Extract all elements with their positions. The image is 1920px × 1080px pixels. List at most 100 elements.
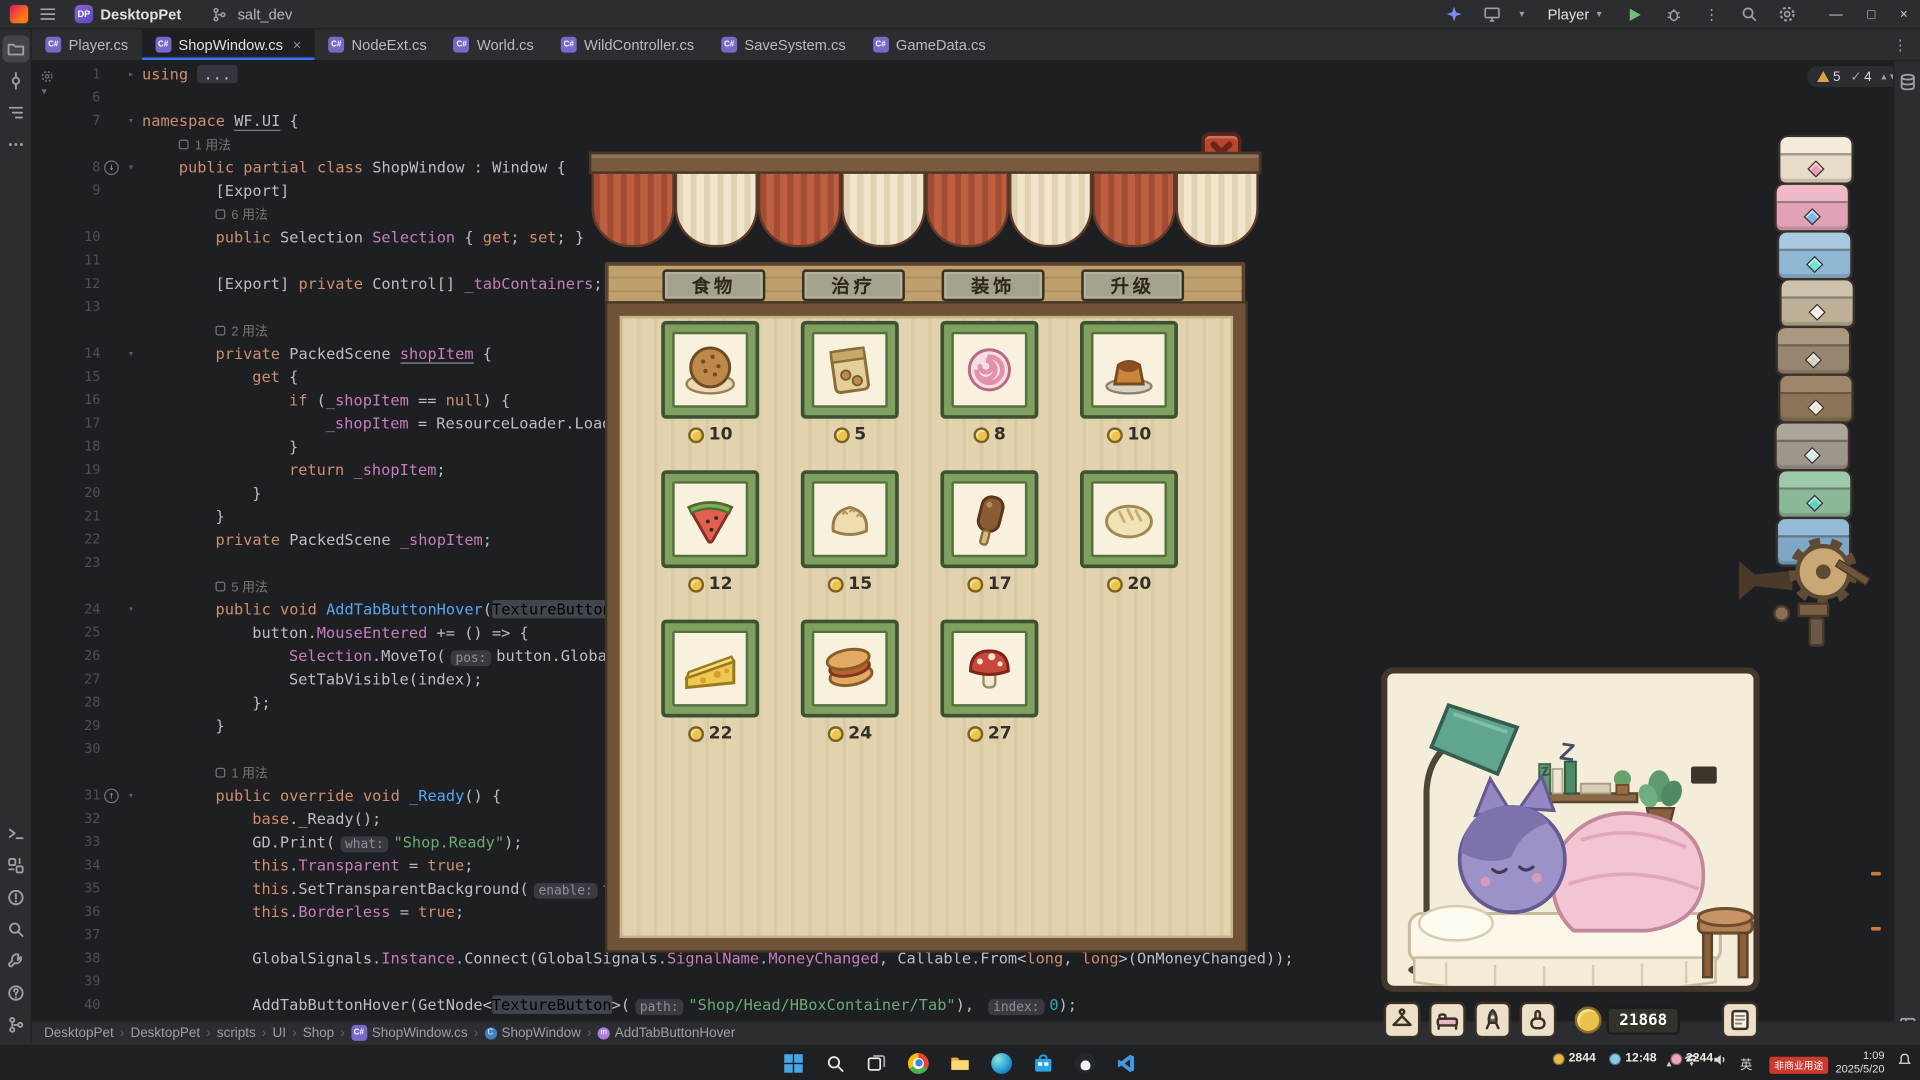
fold-marker-icon[interactable]: ▸: [122, 62, 139, 85]
usages-annotation[interactable]: 2 用法: [216, 321, 268, 344]
file-tab-wildcontroller-cs[interactable]: C#WildController.cs: [547, 29, 707, 60]
taskbar-app-task-view[interactable]: [861, 1048, 892, 1079]
fold-marker-icon[interactable]: ▾: [122, 598, 139, 621]
shop-item-candy-swirl[interactable]: [940, 321, 1038, 419]
tool-rail-icon-database[interactable]: [1894, 69, 1920, 96]
taskbar-clock[interactable]: 1:09 2025/5/20: [1835, 1049, 1884, 1077]
breadcrumb-item[interactable]: Shop: [303, 1026, 334, 1041]
usages-annotation[interactable]: 1 用法: [216, 763, 268, 786]
taskbar-app-code[interactable]: [1111, 1048, 1142, 1079]
screen-share-icon[interactable]: [1481, 3, 1503, 25]
notification-bell-icon[interactable]: [1897, 1052, 1913, 1074]
taskbar-app-start[interactable]: [778, 1048, 809, 1079]
fold-marker-icon[interactable]: ▾: [122, 109, 139, 132]
language-indicator[interactable]: 英: [1740, 1054, 1752, 1072]
tool-rail-icon-build[interactable]: [2, 948, 29, 975]
breadcrumb-item[interactable]: UI: [273, 1026, 286, 1041]
chevron-down-icon[interactable]: ▾: [1519, 9, 1524, 20]
taskbar-app-github[interactable]: [1070, 1048, 1101, 1079]
file-tab-savesystem-cs[interactable]: C#SaveSystem.cs: [708, 29, 859, 60]
cannon-gadget[interactable]: [1736, 529, 1895, 664]
minimize-button[interactable]: —: [1829, 7, 1842, 22]
shop-tab-2[interactable]: 治疗: [802, 269, 905, 301]
file-tab-world-cs[interactable]: C#World.cs: [440, 29, 547, 60]
shop-tab-3[interactable]: 装饰: [942, 269, 1045, 301]
settings-gear-icon[interactable]: [1777, 3, 1799, 25]
breadcrumb-item[interactable]: C#ShopWindow.cs: [351, 1025, 468, 1041]
shop-window[interactable]: 食物治疗装饰升级 10581012151720222427: [589, 132, 1261, 950]
override-marker-icon[interactable]: ↑: [104, 788, 119, 803]
maximize-button[interactable]: □: [1867, 7, 1875, 22]
taskbar-app-chrome[interactable]: [903, 1048, 934, 1079]
file-tab-shopwindow-cs[interactable]: C#ShopWindow.cs×: [142, 29, 315, 60]
shop-tab-4[interactable]: 升级: [1081, 269, 1184, 301]
taskbar-app-store[interactable]: [1028, 1048, 1059, 1079]
pet-room-window[interactable]: z Z: [1381, 667, 1759, 991]
chest-pink[interactable]: [1774, 182, 1850, 232]
shop-item-cheese[interactable]: [661, 620, 759, 718]
pet-tool-wardrobe-button[interactable]: [1384, 1002, 1421, 1039]
usages-annotation[interactable]: 5 用法: [216, 577, 268, 600]
run-button[interactable]: [1625, 3, 1647, 25]
volume-icon[interactable]: [1712, 1052, 1728, 1074]
fold-marker-icon[interactable]: ▾: [122, 156, 139, 179]
debug-button[interactable]: [1663, 3, 1685, 25]
pet-tool-ledger-button[interactable]: [1722, 1002, 1759, 1039]
close-tab-icon[interactable]: ×: [293, 36, 302, 53]
shop-item-dumpling[interactable]: [801, 470, 899, 568]
prev-next-problem-icons[interactable]: ▴▾: [1881, 71, 1893, 82]
chest-cream[interactable]: [1778, 135, 1854, 185]
project-widget[interactable]: DP DesktopPet: [67, 2, 188, 25]
chest-brown[interactable]: [1778, 373, 1854, 423]
tool-rail-icon-terminal[interactable]: [2, 820, 29, 847]
breadcrumb-item[interactable]: mAddTabButtonHover: [598, 1026, 736, 1041]
usages-annotation[interactable]: 1 用法: [179, 135, 231, 158]
chest-tan[interactable]: [1779, 278, 1855, 328]
tool-rail-icon-commit[interactable]: [2, 67, 29, 94]
breadcrumb-item[interactable]: DesktopPet: [130, 1026, 200, 1041]
tool-rail-icon-search[interactable]: [2, 916, 29, 943]
close-button[interactable]: ×: [1900, 7, 1908, 22]
shop-item-bun[interactable]: [661, 321, 759, 419]
tool-rail-icon-more[interactable]: [2, 131, 29, 158]
tool-rail-icon-services[interactable]: [2, 852, 29, 879]
pet-tool-hand-button[interactable]: [1520, 1002, 1557, 1039]
tool-rail-icon-vcs[interactable]: [2, 1011, 29, 1038]
shop-item-bread[interactable]: [1080, 470, 1178, 568]
shop-item-watermelon[interactable]: [661, 470, 759, 568]
tool-rail-icon-help[interactable]: [2, 980, 29, 1007]
shop-item-hotdog[interactable]: [801, 620, 899, 718]
file-tab-player-cs[interactable]: C#Player.cs: [32, 29, 142, 60]
inheritance-marker-icon[interactable]: ↓: [104, 160, 119, 175]
breadcrumb-item[interactable]: DesktopPet: [44, 1026, 114, 1041]
chest-blue[interactable]: [1777, 230, 1853, 280]
main-menu-icon[interactable]: [40, 8, 55, 20]
chest-taupe[interactable]: [1776, 326, 1852, 376]
breadcrumb-item[interactable]: scripts: [217, 1026, 256, 1041]
inspections-widget[interactable]: 5 ✓4 ▴▾: [1807, 66, 1893, 87]
fold-marker-icon[interactable]: ▾: [122, 342, 139, 365]
taskbar-app-search[interactable]: [820, 1048, 851, 1079]
tool-rail-icon-project[interactable]: [2, 36, 29, 63]
fold-marker-icon[interactable]: ▾: [122, 784, 139, 807]
shop-item-mushroom[interactable]: [940, 620, 1038, 718]
run-config-selector[interactable]: Player ▾: [1540, 3, 1609, 25]
usages-annotation[interactable]: 6 用法: [216, 204, 268, 227]
file-tab-nodeext-cs[interactable]: C#NodeExt.cs: [315, 29, 440, 60]
file-tab-gamedata-cs[interactable]: C#GameData.cs: [859, 29, 999, 60]
pet-tool-furniture-button[interactable]: [1429, 1002, 1466, 1039]
chest-green[interactable]: [1777, 469, 1853, 519]
shop-item-pudding[interactable]: [1080, 321, 1178, 419]
shop-item-popsicle[interactable]: [940, 470, 1038, 568]
pet-tool-rocket-button[interactable]: [1474, 1002, 1511, 1039]
shop-item-snack-bag[interactable]: [801, 321, 899, 419]
ai-assistant-icon[interactable]: [1444, 3, 1466, 25]
more-actions-icon[interactable]: ⋮: [1701, 3, 1723, 25]
taskbar-app-explorer[interactable]: [945, 1048, 976, 1079]
breadcrumb-item[interactable]: CShopWindow: [484, 1026, 581, 1041]
vcs-branch-widget[interactable]: salt_dev: [201, 1, 300, 28]
shop-tab-1[interactable]: 食物: [662, 269, 765, 301]
scrollbar-warning-mark[interactable]: [1871, 927, 1881, 931]
tab-options-icon[interactable]: ⋮: [1893, 36, 1920, 53]
chest-gray[interactable]: [1774, 421, 1850, 471]
